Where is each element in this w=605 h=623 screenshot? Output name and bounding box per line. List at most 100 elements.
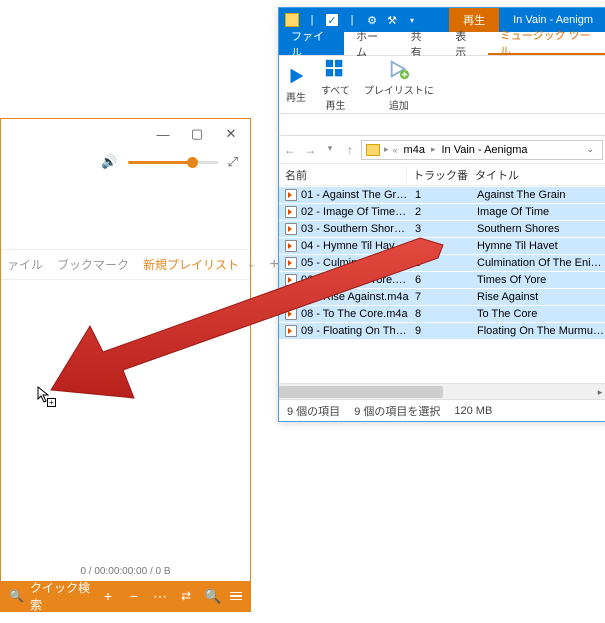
table-row[interactable]: 09 - Floating On The ...9Floating On The… (279, 322, 605, 339)
track-title: Hymne Til Havet (471, 240, 605, 252)
table-row[interactable]: 02 - Image Of Time.m4a2Image Of Time (279, 203, 605, 220)
folder-icon (366, 144, 380, 156)
audio-file-icon (285, 257, 297, 269)
tab-share[interactable]: 共有 (399, 32, 444, 55)
address-bar[interactable]: ▸ « m4a ▸ In Vain - Aenigma ⌄ (361, 140, 603, 160)
track-number: 6 (409, 274, 471, 286)
file-name: 02 - Image Of Time.m4a (301, 206, 409, 218)
checkbox-icon[interactable]: ✓ (325, 13, 339, 27)
plus-icon: + (47, 398, 56, 407)
track-number: 4 (409, 240, 471, 252)
audio-file-icon (285, 325, 297, 337)
chevron-down-icon[interactable]: ⌄ (247, 259, 255, 270)
addr-dropdown-icon[interactable]: ⌄ (582, 144, 598, 155)
search-placeholder: クイック検索 (30, 579, 90, 613)
player-bottombar: 🔍 クイック検索 + − ⋯ ⇄ 🔍 (1, 581, 250, 611)
tab-file[interactable]: ファイル (279, 32, 344, 55)
nav-recent-icon[interactable]: ▾ (323, 143, 337, 157)
file-name: 03 - Southern Shores... (301, 223, 409, 235)
column-headers: 名前 トラック番号 タイトル (279, 164, 605, 186)
ribbon-tabs: ファイル ホーム 共有 表示 ミュージック ツール (279, 32, 605, 56)
track-title: To The Core (471, 308, 605, 320)
col-name[interactable]: 名前 (279, 167, 407, 183)
qat-sep: | (305, 13, 319, 27)
maximize-icon[interactable]: ▢ (188, 126, 206, 142)
search-icon[interactable]: 🔍 (204, 588, 220, 605)
file-list[interactable]: 01 - Against The Grain...1Against The Gr… (279, 186, 605, 383)
status-count: 9 個の項目 (287, 403, 340, 419)
menu-icon[interactable] (230, 592, 242, 601)
audio-file-icon (285, 274, 297, 286)
folder-icon (285, 13, 299, 27)
table-row[interactable]: 01 - Against The Grain...1Against The Gr… (279, 186, 605, 203)
remove-button[interactable]: − (126, 588, 142, 604)
tab-bookmark[interactable]: ブックマーク (57, 256, 129, 273)
qat-dropdown-icon[interactable]: ▾ (405, 13, 419, 27)
search-icon: 🔍 (9, 589, 24, 603)
track-title: Southern Shores (471, 223, 605, 235)
player-window: — ▢ ✕ 🔊 ⤢ ァイル ブックマーク 新規プレイリスト ⌄ + + 0 / … (0, 118, 251, 612)
chevron-right-icon[interactable]: ▸ (382, 144, 391, 155)
track-title: Culmination Of The Enigma (471, 257, 605, 269)
expand-icon[interactable]: ⤢ (228, 154, 238, 170)
track-title: Times Of Yore (471, 274, 605, 286)
file-name: 04 - Hymne Til Havet... (301, 240, 409, 252)
nav-up-icon[interactable]: ↑ (343, 143, 357, 157)
chevron-right-icon[interactable]: ▸ (429, 144, 438, 155)
horizontal-scrollbar[interactable]: ◂ ▸ (279, 383, 605, 399)
track-title: Rise Against (471, 291, 605, 303)
audio-file-icon (285, 291, 297, 303)
breadcrumb-seg[interactable]: In Vain - Aenigma (437, 144, 531, 156)
audio-file-icon (285, 206, 297, 218)
nav-back-icon[interactable]: ← (283, 143, 297, 157)
table-row[interactable]: 07 - Rise Against.m4a7Rise Against (279, 288, 605, 305)
scroll-right-icon[interactable]: ▸ (593, 384, 605, 400)
audio-file-icon (285, 240, 297, 252)
tab-new-playlist[interactable]: 新規プレイリスト (143, 256, 239, 273)
table-row[interactable]: 06 - Times Of Yore.m4a6Times Of Yore (279, 271, 605, 288)
add-tab-button[interactable]: + (269, 256, 278, 274)
volume-slider[interactable] (128, 161, 218, 164)
track-title: Image Of Time (471, 206, 605, 218)
play-icon (285, 65, 307, 87)
add-button[interactable]: + (100, 588, 116, 604)
quick-access-toolbar: | ✓ | ⚙ ⚒ ▾ (279, 13, 425, 27)
quick-search[interactable]: 🔍 クイック検索 (9, 579, 90, 613)
shuffle-icon[interactable]: ⇄ (178, 589, 194, 603)
playlist-drop-area[interactable]: + 0 / 00:00:00:00 / 0 B (1, 280, 250, 581)
table-row[interactable]: 08 - To The Core.m4a8To The Core (279, 305, 605, 322)
file-name: 06 - Times Of Yore.m4a (301, 274, 409, 286)
tab-music-tools[interactable]: ミュージック ツール (488, 32, 605, 55)
play-all-label: すべて 再生 (321, 82, 350, 112)
volume-thumb[interactable] (187, 157, 198, 168)
col-track[interactable]: トラック番号 (407, 167, 469, 183)
audio-file-icon (285, 189, 297, 201)
breadcrumb-seg[interactable]: m4a (400, 144, 429, 156)
add-to-playlist-button[interactable]: プレイリストに 追加 (364, 58, 434, 112)
speaker-icon[interactable]: 🔊 (101, 154, 117, 170)
status-bar: 9 個の項目 9 個の項目を選択 120 MB (279, 399, 605, 421)
tab-files[interactable]: ァイル (7, 256, 43, 273)
col-title[interactable]: タイトル (469, 167, 605, 183)
table-row[interactable]: 04 - Hymne Til Havet...4Hymne Til Havet (279, 237, 605, 254)
scrollbar-thumb[interactable] (279, 386, 443, 398)
tools-icon[interactable]: ⚒ (385, 13, 399, 27)
tab-home[interactable]: ホーム (344, 32, 399, 55)
gear-icon[interactable]: ⚙ (365, 13, 379, 27)
qat-sep2: | (345, 13, 359, 27)
minimize-icon[interactable]: — (154, 127, 172, 142)
play-all-button[interactable]: すべて 再生 (321, 58, 350, 112)
play-button[interactable]: 再生 (285, 65, 307, 104)
tab-view[interactable]: 表示 (443, 32, 488, 55)
chevron-right-icon[interactable]: « (391, 145, 400, 155)
audio-file-icon (285, 223, 297, 235)
more-button[interactable]: ⋯ (152, 588, 168, 605)
track-number: 3 (409, 223, 471, 235)
file-name: 08 - To The Core.m4a (301, 308, 409, 320)
close-icon[interactable]: ✕ (222, 126, 240, 142)
track-number: 5 (409, 257, 471, 269)
table-row[interactable]: 03 - Southern Shores...3Southern Shores (279, 220, 605, 237)
nav-forward-icon[interactable]: → (303, 143, 317, 157)
table-row[interactable]: 05 - Culmination Of T...5Culmination Of … (279, 254, 605, 271)
file-name: 07 - Rise Against.m4a (301, 291, 409, 303)
